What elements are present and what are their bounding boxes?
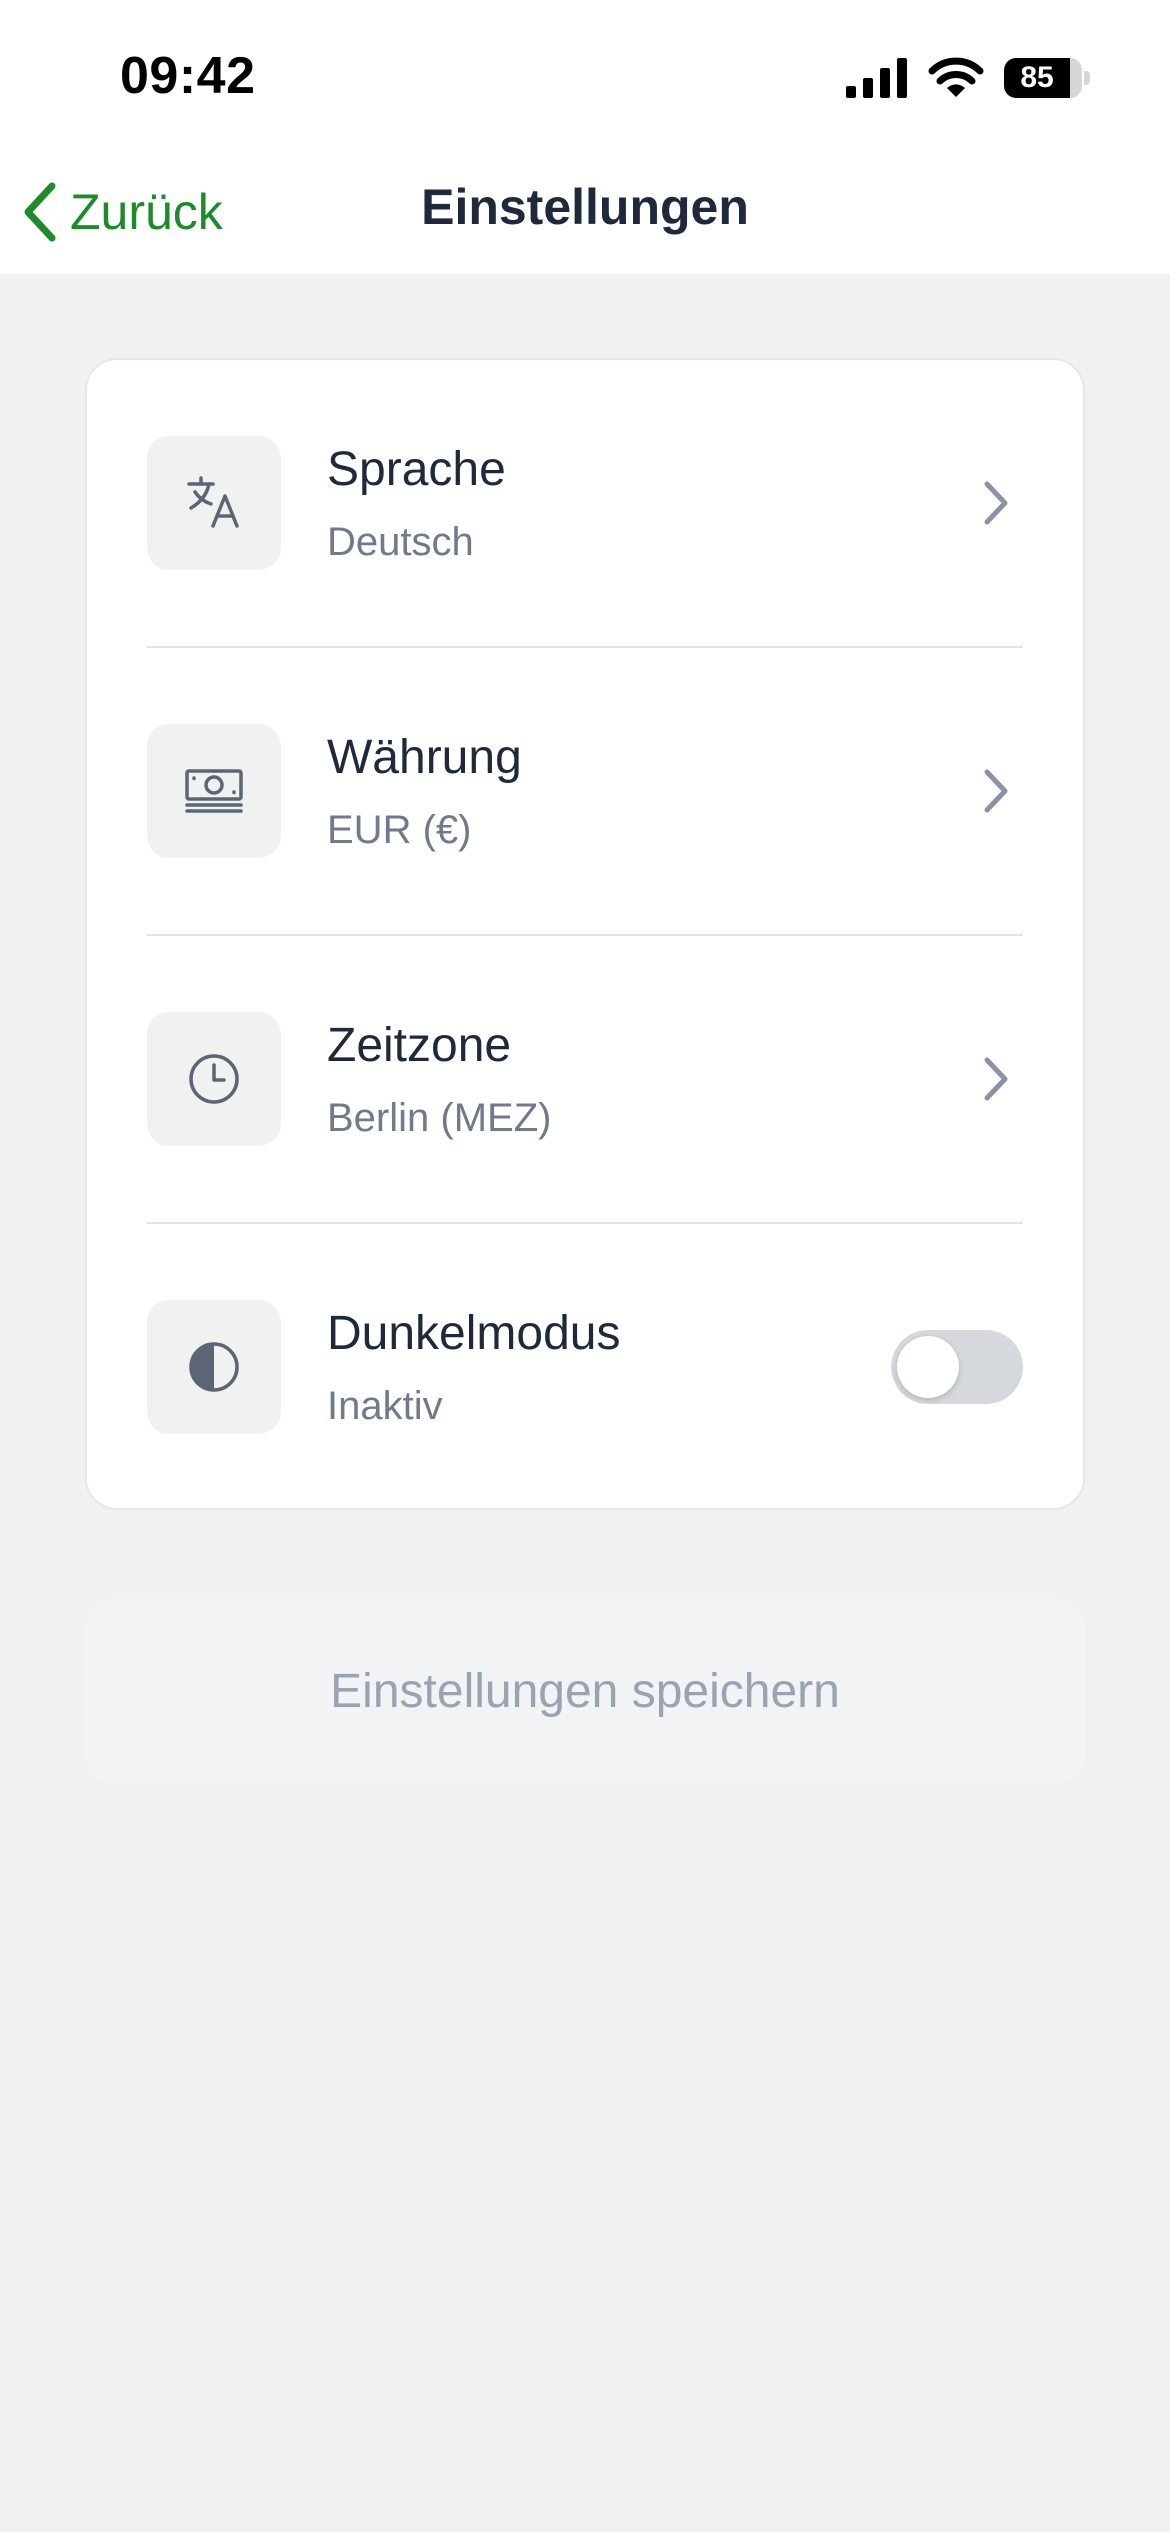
status-time: 09:42 <box>120 47 256 105</box>
setting-title: Sprache <box>327 443 506 496</box>
setting-title: Dunkelmodus <box>327 1307 621 1360</box>
chevron-right-icon <box>984 1057 1008 1101</box>
save-settings-button[interactable]: Einstellungen speichern <box>85 1598 1085 1784</box>
chevron-right-icon <box>984 769 1008 813</box>
dark-mode-toggle[interactable] <box>891 1330 1023 1404</box>
contrast-icon <box>189 1342 239 1392</box>
settings-screen: 09:42 85 Zurück Einstellungen Sprache De… <box>0 0 1170 2532</box>
setting-row-language[interactable]: Sprache Deutsch <box>147 360 1023 648</box>
cellular-signal-icon <box>846 58 907 98</box>
setting-value: Berlin (MEZ) <box>327 1096 552 1140</box>
setting-value: EUR (€) <box>327 808 472 852</box>
clock-icon-tile <box>147 1012 281 1146</box>
setting-value: Deutsch <box>327 520 474 564</box>
clock-icon <box>189 1054 239 1104</box>
chevron-right-icon <box>984 481 1008 525</box>
setting-value: Inaktiv <box>327 1384 443 1428</box>
setting-row-timezone[interactable]: Zeitzone Berlin (MEZ) <box>147 936 1023 1224</box>
banknote-icon-tile <box>147 724 281 858</box>
setting-title: Währung <box>327 731 522 784</box>
banknote-icon <box>185 769 243 813</box>
toggle-knob <box>897 1336 959 1398</box>
translate-icon-tile <box>147 436 281 570</box>
contrast-icon-tile <box>147 1300 281 1434</box>
wifi-icon <box>928 57 984 97</box>
status-bar: 09:42 85 <box>0 0 1170 150</box>
battery-icon: 85 <box>1004 58 1090 98</box>
settings-card: Sprache Deutsch Währung EUR (€) Zeitzone… <box>85 358 1085 1510</box>
page-title: Einstellungen <box>421 179 749 235</box>
setting-title: Zeitzone <box>327 1019 512 1072</box>
setting-row-dark-mode: Dunkelmodus Inaktiv <box>147 1224 1023 1512</box>
status-icons: 85 <box>846 56 1090 100</box>
battery-level: 85 <box>1020 61 1054 94</box>
navigation-bar: Zurück Einstellungen <box>0 150 1170 274</box>
translate-icon <box>187 476 239 528</box>
setting-row-currency[interactable]: Währung EUR (€) <box>147 648 1023 936</box>
